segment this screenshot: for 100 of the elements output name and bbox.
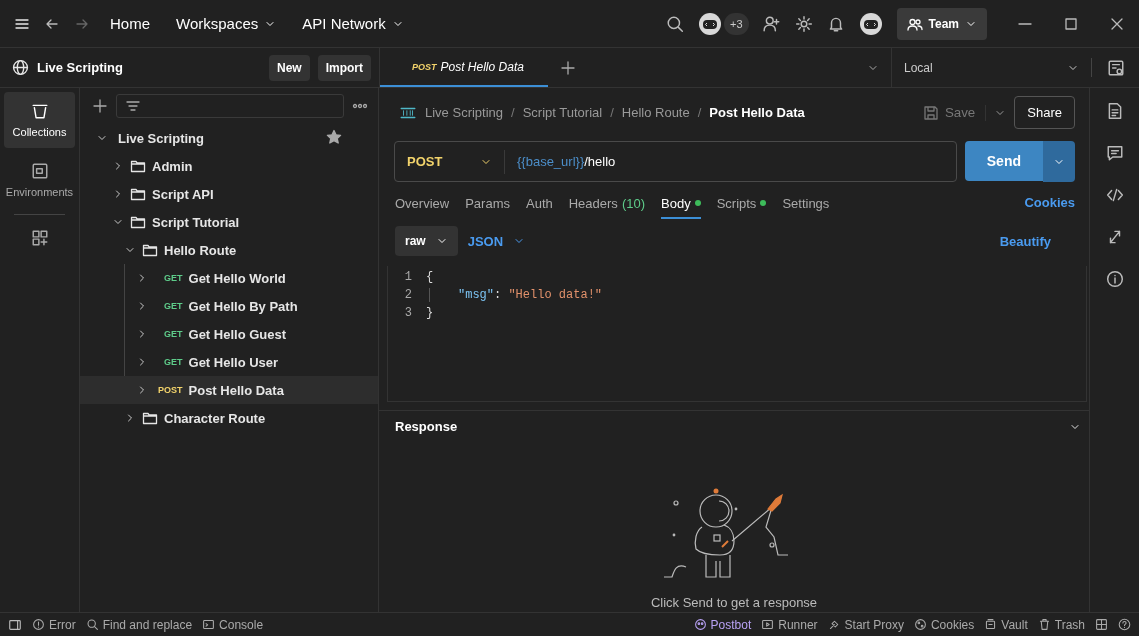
request-item[interactable]: GET Get Hello User: [80, 348, 378, 376]
add-user-icon[interactable]: [762, 14, 781, 33]
status-bar-button[interactable]: Find and replace: [85, 617, 193, 632]
code-line: {: [426, 270, 434, 284]
error-icon: [32, 618, 45, 631]
save-button[interactable]: Save: [922, 104, 987, 121]
folder-item[interactable]: Script API: [80, 180, 378, 208]
sidebar-tab[interactable]: Collections: [4, 92, 75, 148]
cookie-icon: [913, 618, 927, 631]
request-tab[interactable]: Overview: [395, 185, 450, 219]
request-item[interactable]: GET Get Hello By Path: [80, 292, 378, 320]
folder-item[interactable]: Character Route: [80, 404, 378, 432]
method-label: POST: [158, 385, 183, 395]
status-bar-button[interactable]: Start Proxy: [827, 617, 904, 632]
breadcrumb-separator: /: [610, 105, 614, 120]
add-widget-icon[interactable]: [30, 229, 49, 247]
request-tab[interactable]: Settings: [782, 185, 830, 219]
star-icon[interactable]: [326, 128, 342, 145]
play-icon: [761, 618, 775, 631]
status-bar-button[interactable]: Console: [202, 617, 264, 632]
add-tab-icon[interactable]: [559, 59, 576, 76]
folder-item[interactable]: Script Tutorial: [80, 208, 378, 236]
environment-icon: [30, 162, 49, 180]
code-line: }: [426, 306, 434, 320]
url-field[interactable]: POST {{base_url}}/hello: [394, 141, 957, 182]
collection-item[interactable]: Live Scripting: [80, 124, 378, 152]
folder-icon: [130, 186, 146, 202]
body-mode-select[interactable]: raw: [395, 226, 458, 256]
folder-item[interactable]: Admin: [80, 152, 378, 180]
help-icon[interactable]: [1118, 618, 1131, 631]
folder-icon: [142, 242, 158, 258]
code-line: "msg": "Hello data!": [429, 288, 603, 302]
response-title: Response: [395, 419, 459, 434]
team-button[interactable]: Team: [896, 7, 987, 40]
status-bar-button[interactable]: Error: [32, 617, 76, 632]
vault-icon: [984, 618, 998, 631]
code-icon[interactable]: [1105, 186, 1124, 204]
request-tab[interactable]: POST Post Hello Data: [380, 48, 548, 87]
console-icon: [202, 618, 216, 631]
breadcrumb-link[interactable]: Hello Route: [621, 105, 690, 120]
method-select[interactable]: POST: [395, 149, 505, 174]
breadcrumb-separator: /: [511, 105, 515, 120]
floppy-icon: [922, 104, 939, 121]
line-number: 1: [403, 270, 413, 284]
request-tab[interactable]: Scripts: [716, 185, 767, 219]
breadcrumb-link[interactable]: Live Scripting: [425, 105, 504, 120]
request-item[interactable]: POST Post Hello Data: [80, 376, 378, 404]
code-editor[interactable]: 1 { 2 "msg": "Hello data!" 3 }: [387, 266, 1087, 402]
request-tab[interactable]: Headers (10): [568, 185, 645, 219]
avatar-count[interactable]: +3: [724, 12, 749, 35]
search-icon[interactable]: [666, 14, 684, 33]
trash-icon: [1037, 618, 1051, 631]
request-item[interactable]: GET Get Hello Guest: [80, 320, 378, 348]
folder-icon: [130, 214, 146, 230]
info-icon[interactable]: [1105, 270, 1124, 288]
request-tab[interactable]: Auth: [526, 185, 553, 219]
request-item[interactable]: GET Get Hello World: [80, 264, 378, 292]
request-title: Post Hello Data: [709, 105, 806, 120]
method-label: GET: [164, 273, 183, 283]
method-label: GET: [164, 301, 183, 311]
line-number: 2: [403, 288, 413, 302]
folder-item[interactable]: Hello Route: [80, 236, 378, 264]
beautify-link[interactable]: Beautify: [999, 233, 1051, 249]
environment-select[interactable]: Local: [891, 48, 1091, 87]
toolbar-button[interactable]: New: [268, 54, 310, 81]
avatar-icon[interactable]: [698, 11, 722, 36]
language-select[interactable]: JSON: [467, 233, 526, 249]
environment-quick-look-icon[interactable]: [1106, 58, 1125, 77]
sidebar-toggle-icon[interactable]: [8, 617, 22, 632]
status-bar-button[interactable]: Trash: [1037, 617, 1085, 632]
status-bar-button[interactable]: Vault: [984, 617, 1028, 632]
request-tab[interactable]: Body: [661, 185, 701, 219]
nav-menu[interactable]: Home: [104, 11, 156, 36]
empty-response-text: Click Send to get a response: [650, 595, 818, 610]
layout-icon[interactable]: [1095, 618, 1108, 631]
trash-bin-icon: [30, 102, 49, 120]
globe-icon: [12, 59, 29, 76]
maximize-icon[interactable]: [1063, 15, 1079, 32]
status-bar-button[interactable]: Postbot: [693, 617, 752, 632]
breadcrumb-link[interactable]: Script Tutorial: [522, 105, 603, 120]
add-icon[interactable]: [92, 98, 108, 114]
status-bar-button[interactable]: Cookies: [913, 617, 975, 632]
method-label: GET: [164, 329, 183, 339]
comment-icon[interactable]: [1105, 144, 1124, 162]
nav-menu[interactable]: Workspaces: [170, 11, 283, 36]
workspace-name: Live Scripting: [37, 60, 124, 75]
cookies-link[interactable]: Cookies: [1024, 194, 1075, 210]
request-tab[interactable]: Params: [465, 185, 510, 219]
send-button[interactable]: Send: [964, 141, 1043, 181]
status-bar-button[interactable]: Runner: [761, 617, 818, 632]
profile-avatar-icon[interactable]: [858, 11, 883, 36]
folder-icon: [130, 158, 146, 174]
share-button[interactable]: Share: [1014, 96, 1075, 129]
line-number: 3: [403, 306, 413, 320]
settings-icon[interactable]: [794, 14, 813, 33]
toolbar-button[interactable]: Import: [317, 54, 371, 81]
nav-menu[interactable]: API Network: [296, 11, 410, 36]
filter-field[interactable]: [116, 94, 344, 118]
sidebar-tab[interactable]: Environments: [4, 152, 75, 208]
filter-icon: [125, 98, 141, 114]
